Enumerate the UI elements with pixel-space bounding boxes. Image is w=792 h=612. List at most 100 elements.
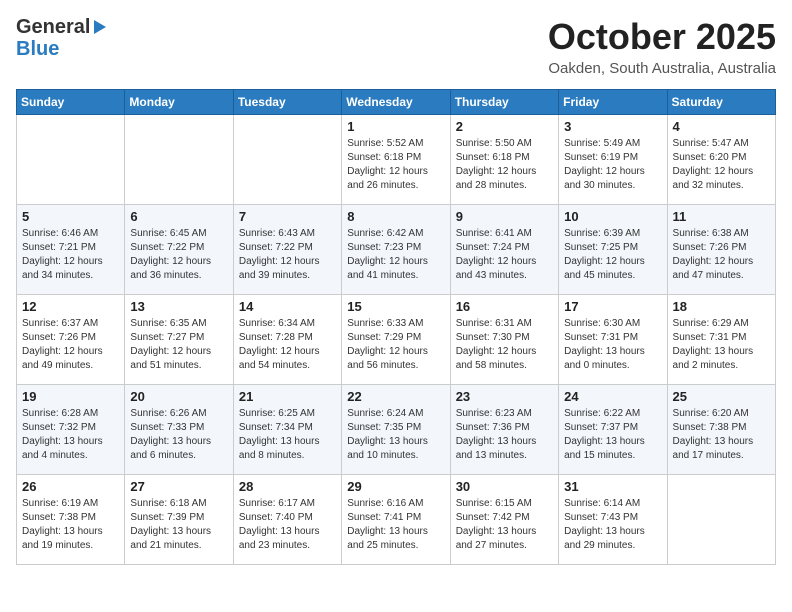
calendar-cell: 21 Sunrise: 6:25 AMSunset: 7:34 PMDayligh… — [233, 385, 341, 475]
calendar-cell: 1Sunrise: 5:52 AMSunset: 6:18 PMDaylight… — [342, 115, 450, 205]
calendar-cell: 30 Sunrise: 6:15 AMSunset: 7:42 PMDayligh… — [450, 475, 558, 565]
day-info: Sunrise: 6:38 AMSunset: 7:26 PMDaylight:… — [673, 227, 770, 283]
day-number: 12 — [22, 299, 119, 314]
calendar-cell: 13 Sunrise: 6:35 AMSunset: 7:27 PMDayligh… — [125, 295, 233, 385]
day-info: Sunrise: 6:37 AMSunset: 7:26 PMDaylight:… — [22, 317, 119, 373]
day-number: 15 — [347, 299, 444, 314]
day-info: Sunrise: 6:24 AMSunset: 7:35 PMDaylight:… — [347, 407, 444, 463]
week-row-4: 19 Sunrise: 6:28 AMSunset: 7:32 PMDayligh… — [17, 385, 776, 475]
day-info: Sunrise: 6:17 AMSunset: 7:40 PMDaylight:… — [239, 497, 336, 553]
day-number: 2 — [456, 119, 553, 134]
calendar-cell: 7Sunrise: 6:43 AMSunset: 7:22 PMDaylight… — [233, 205, 341, 295]
day-info: Sunrise: 6:19 AMSunset: 7:38 PMDaylight:… — [22, 497, 119, 553]
day-info: Sunrise: 6:42 AMSunset: 7:23 PMDaylight:… — [347, 227, 444, 283]
calendar-cell: 11 Sunrise: 6:38 AMSunset: 7:26 PMDayligh… — [667, 205, 775, 295]
week-row-3: 12 Sunrise: 6:37 AMSunset: 7:26 PMDayligh… — [17, 295, 776, 385]
day-number: 14 — [239, 299, 336, 314]
day-number: 24 — [564, 389, 661, 404]
day-info: Sunrise: 6:30 AMSunset: 7:31 PMDaylight:… — [564, 317, 661, 373]
day-info: Sunrise: 6:14 AMSunset: 7:43 PMDaylight:… — [564, 497, 661, 553]
day-info: Sunrise: 6:35 AMSunset: 7:27 PMDaylight:… — [130, 317, 227, 373]
header-cell-tuesday: Tuesday — [233, 90, 341, 115]
calendar-cell: 22 Sunrise: 6:24 AMSunset: 7:35 PMDayligh… — [342, 385, 450, 475]
calendar-cell: 24 Sunrise: 6:22 AMSunset: 7:37 PMDayligh… — [559, 385, 667, 475]
calendar-cell: 6Sunrise: 6:45 AMSunset: 7:22 PMDaylight… — [125, 205, 233, 295]
day-info: Sunrise: 6:39 AMSunset: 7:25 PMDaylight:… — [564, 227, 661, 283]
day-info: Sunrise: 6:41 AMSunset: 7:24 PMDaylight:… — [456, 227, 553, 283]
logo-blue: Blue — [16, 38, 106, 60]
calendar-cell: 9 Sunrise: 6:41 AMSunset: 7:24 PMDaylight… — [450, 205, 558, 295]
calendar-cell: 14 Sunrise: 6:34 AMSunset: 7:28 PMDayligh… — [233, 295, 341, 385]
day-number: 4 — [673, 119, 770, 134]
day-number: 30 — [456, 479, 553, 494]
calendar-cell: 26 Sunrise: 6:19 AMSunset: 7:38 PMDayligh… — [17, 475, 125, 565]
calendar-body: 1Sunrise: 5:52 AMSunset: 6:18 PMDaylight… — [17, 115, 776, 565]
day-info: Sunrise: 5:50 AMSunset: 6:18 PMDaylight:… — [456, 137, 553, 193]
header-cell-saturday: Saturday — [667, 90, 775, 115]
day-number: 18 — [673, 299, 770, 314]
calendar-cell: 12 Sunrise: 6:37 AMSunset: 7:26 PMDayligh… — [17, 295, 125, 385]
day-number: 17 — [564, 299, 661, 314]
calendar-cell: 27 Sunrise: 6:18 AMSunset: 7:39 PMDayligh… — [125, 475, 233, 565]
logo-general: General — [16, 16, 90, 38]
header-cell-wednesday: Wednesday — [342, 90, 450, 115]
calendar-header: SundayMondayTuesdayWednesdayThursdayFrid… — [17, 90, 776, 115]
calendar-cell: 20 Sunrise: 6:26 AMSunset: 7:33 PMDayligh… — [125, 385, 233, 475]
day-number: 9 — [456, 209, 553, 224]
day-info: Sunrise: 6:26 AMSunset: 7:33 PMDaylight:… — [130, 407, 227, 463]
day-info: Sunrise: 6:22 AMSunset: 7:37 PMDaylight:… — [564, 407, 661, 463]
day-info: Sunrise: 6:16 AMSunset: 7:41 PMDaylight:… — [347, 497, 444, 553]
calendar-cell: 29Sunrise: 6:16 AMSunset: 7:41 PMDayligh… — [342, 475, 450, 565]
day-info: Sunrise: 6:25 AMSunset: 7:34 PMDaylight:… — [239, 407, 336, 463]
day-number: 20 — [130, 389, 227, 404]
day-info: Sunrise: 6:33 AMSunset: 7:29 PMDaylight:… — [347, 317, 444, 373]
day-number: 13 — [130, 299, 227, 314]
logo-arrow-icon — [94, 20, 106, 34]
day-info: Sunrise: 6:28 AMSunset: 7:32 PMDaylight:… — [22, 407, 119, 463]
day-number: 11 — [673, 209, 770, 224]
calendar-cell: 4Sunrise: 5:47 AMSunset: 6:20 PMDaylight… — [667, 115, 775, 205]
calendar-cell — [17, 115, 125, 205]
week-row-5: 26 Sunrise: 6:19 AMSunset: 7:38 PMDayligh… — [17, 475, 776, 565]
day-number: 19 — [22, 389, 119, 404]
calendar-cell: 5Sunrise: 6:46 AMSunset: 7:21 PMDaylight… — [17, 205, 125, 295]
logo-text-block: General Blue — [16, 16, 106, 60]
day-number: 1 — [347, 119, 444, 134]
day-number: 16 — [456, 299, 553, 314]
calendar-cell: 15 Sunrise: 6:33 AMSunset: 7:29 PMDayligh… — [342, 295, 450, 385]
day-info: Sunrise: 6:15 AMSunset: 7:42 PMDaylight:… — [456, 497, 553, 553]
day-number: 5 — [22, 209, 119, 224]
page-header: General Blue October 2025 Oakden, South … — [16, 16, 776, 77]
header-cell-thursday: Thursday — [450, 90, 558, 115]
day-number: 23 — [456, 389, 553, 404]
header-cell-monday: Monday — [125, 90, 233, 115]
day-number: 26 — [22, 479, 119, 494]
calendar-cell: 31 Sunrise: 6:14 AMSunset: 7:43 PMDayligh… — [559, 475, 667, 565]
calendar-cell — [125, 115, 233, 205]
day-number: 27 — [130, 479, 227, 494]
day-number: 7 — [239, 209, 336, 224]
calendar-cell: 23 Sunrise: 6:23 AMSunset: 7:36 PMDayligh… — [450, 385, 558, 475]
day-number: 21 — [239, 389, 336, 404]
calendar-table: SundayMondayTuesdayWednesdayThursdayFrid… — [16, 89, 776, 565]
day-number: 22 — [347, 389, 444, 404]
day-info: Sunrise: 6:23 AMSunset: 7:36 PMDaylight:… — [456, 407, 553, 463]
header-cell-friday: Friday — [559, 90, 667, 115]
calendar-cell: 16Sunrise: 6:31 AMSunset: 7:30 PMDayligh… — [450, 295, 558, 385]
day-number: 8 — [347, 209, 444, 224]
day-number: 28 — [239, 479, 336, 494]
day-info: Sunrise: 5:49 AMSunset: 6:19 PMDaylight:… — [564, 137, 661, 193]
day-info: Sunrise: 6:18 AMSunset: 7:39 PMDaylight:… — [130, 497, 227, 553]
month-title: October 2025 — [548, 16, 776, 58]
week-row-1: 1Sunrise: 5:52 AMSunset: 6:18 PMDaylight… — [17, 115, 776, 205]
calendar-cell: 3Sunrise: 5:49 AMSunset: 6:19 PMDaylight… — [559, 115, 667, 205]
day-number: 31 — [564, 479, 661, 494]
calendar-cell: 28 Sunrise: 6:17 AMSunset: 7:40 PMDayligh… — [233, 475, 341, 565]
calendar-cell: 17 Sunrise: 6:30 AMSunset: 7:31 PMDayligh… — [559, 295, 667, 385]
calendar-cell: 2 Sunrise: 5:50 AMSunset: 6:18 PMDaylight… — [450, 115, 558, 205]
day-number: 10 — [564, 209, 661, 224]
day-info: Sunrise: 6:34 AMSunset: 7:28 PMDaylight:… — [239, 317, 336, 373]
header-row: SundayMondayTuesdayWednesdayThursdayFrid… — [17, 90, 776, 115]
calendar-cell: 18Sunrise: 6:29 AMSunset: 7:31 PMDayligh… — [667, 295, 775, 385]
calendar-cell: 10 Sunrise: 6:39 AMSunset: 7:25 PMDayligh… — [559, 205, 667, 295]
